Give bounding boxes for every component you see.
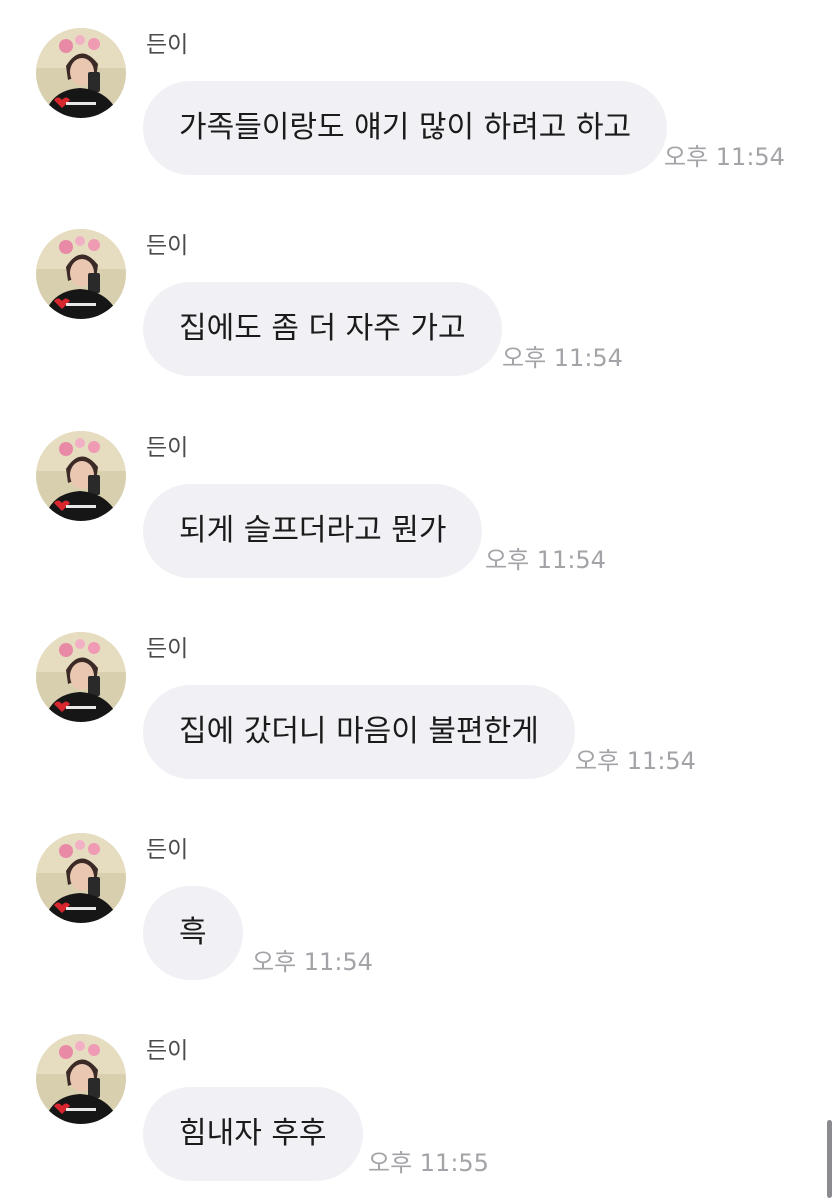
message-time: 오후 11:54 (252, 948, 373, 976)
message-bubble[interactable]: 되게 슬프더라고 뭔가 (143, 484, 483, 578)
message-time: 오후 11:54 (575, 747, 696, 775)
message-time: 오후 11:54 (485, 546, 606, 574)
message-time: 오후 11:54 (664, 143, 785, 171)
message-bubble[interactable]: 집에 갔더니 마음이 불편한게 (143, 685, 575, 779)
message-row: 든이 되게 슬프더라고 뭔가 오후 11:54 (0, 431, 839, 591)
sender-name: 든이 (146, 233, 189, 259)
chat-message-list[interactable]: 든이 가족들이랑도 얘기 많이 하려고 하고 오후 11:54 든이 집에도 좀… (0, 0, 839, 1200)
profile-photo-icon (36, 28, 126, 118)
profile-photo-icon (36, 833, 126, 923)
message-bubble[interactable]: 힘내자 후후 (143, 1087, 363, 1181)
message-time: 오후 11:54 (502, 344, 623, 372)
message-bubble[interactable]: 흑 (143, 886, 243, 980)
avatar[interactable] (36, 632, 126, 722)
message-bubble[interactable]: 집에도 좀 더 자주 가고 (143, 282, 502, 376)
message-row: 든이 흑 오후 11:54 (0, 833, 839, 993)
avatar[interactable] (36, 28, 126, 118)
avatar[interactable] (36, 229, 126, 319)
message-row: 든이 가족들이랑도 얘기 많이 하려고 하고 오후 11:54 (0, 28, 839, 188)
avatar[interactable] (36, 1034, 126, 1124)
avatar[interactable] (36, 833, 126, 923)
avatar[interactable] (36, 431, 126, 521)
sender-name: 든이 (146, 1038, 189, 1064)
message-row: 든이 힘내자 후후 오후 11:55 (0, 1034, 839, 1194)
message-row: 든이 집에도 좀 더 자주 가고 오후 11:54 (0, 229, 839, 389)
profile-photo-icon (36, 229, 126, 319)
message-row: 든이 집에 갔더니 마음이 불편한게 오후 11:54 (0, 632, 839, 792)
sender-name: 든이 (146, 32, 189, 58)
sender-name: 든이 (146, 837, 189, 863)
sender-name: 든이 (146, 636, 189, 662)
scrollbar[interactable] (827, 1120, 832, 1198)
message-bubble[interactable]: 가족들이랑도 얘기 많이 하려고 하고 (143, 81, 668, 175)
profile-photo-icon (36, 431, 126, 521)
message-time: 오후 11:55 (368, 1149, 489, 1177)
sender-name: 든이 (146, 435, 189, 461)
profile-photo-icon (36, 1034, 126, 1124)
profile-photo-icon (36, 632, 126, 722)
